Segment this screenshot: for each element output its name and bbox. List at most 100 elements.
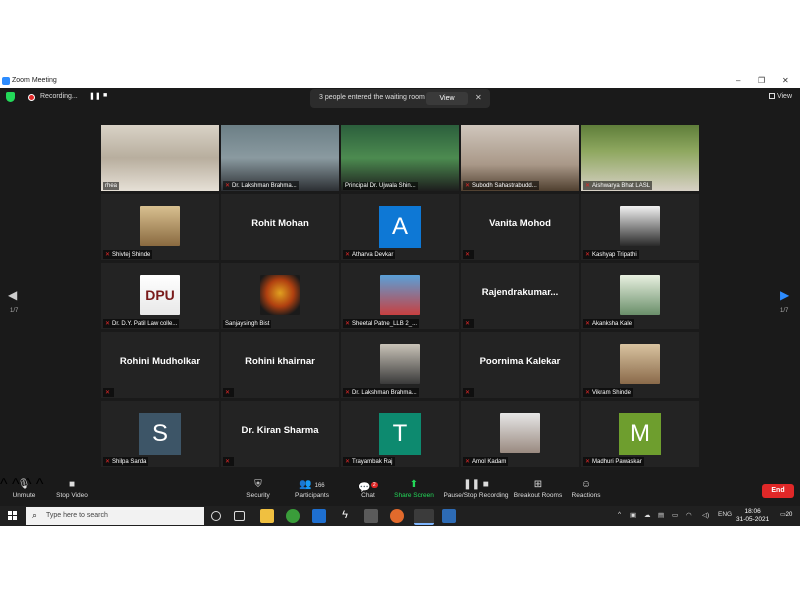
participant-tile[interactable]: Rohini Mudholkar ✕ [101, 332, 219, 398]
reactions-button[interactable]: ☺ Reactions [556, 478, 616, 499]
participant-tile[interactable]: Sanjaysingh Bist [221, 263, 339, 329]
participant-name: Aishwarya Bhat LASL [592, 183, 651, 189]
minimize-button[interactable]: – [736, 76, 740, 85]
participant-name-label: ✕ Sheetal Patne_LLB 2_... [343, 319, 420, 328]
participant-name: Madhuri Pawaskar [592, 459, 642, 465]
tray-overflow-icon[interactable]: ^ [618, 511, 621, 518]
cortana-icon[interactable] [211, 511, 221, 521]
participant-tile[interactable]: Principal Dr. Ujwala Shin... [341, 125, 459, 191]
participant-display-name: Poornima Kalekar [479, 356, 561, 367]
tray-battery-icon[interactable]: ▭ [672, 511, 678, 519]
next-page-icon[interactable]: ▶ [780, 288, 789, 302]
window-title: Zoom Meeting [12, 77, 57, 84]
participant-name: Subodh Sahastrabudd... [472, 183, 537, 189]
winamp-icon[interactable]: ϟ [338, 509, 352, 523]
participant-tile[interactable]: Rohit Mohan [221, 194, 339, 260]
participant-name: Akanksha Kale [592, 321, 633, 327]
participant-tile[interactable]: rhea [101, 125, 219, 191]
stop-recording-button[interactable]: ■ [103, 92, 107, 99]
participant-name-label: ✕ Akanksha Kale [583, 319, 635, 328]
participant-tile[interactable]: ✕ Sheetal Patne_LLB 2_... [341, 263, 459, 329]
store-icon[interactable] [364, 509, 378, 523]
participant-tile[interactable]: ✕ Dr. Lakshman Brahma... [221, 125, 339, 191]
stop-video-button[interactable]: ■ Stop Video [42, 478, 102, 499]
participant-tile[interactable]: M ✕ Madhuri Pawaskar [581, 401, 699, 467]
tray-network-icon[interactable]: ▤ [658, 511, 664, 519]
clock-date: 31-05-2021 [736, 516, 770, 523]
language-indicator[interactable]: ENG [718, 511, 732, 518]
end-meeting-button[interactable]: End [762, 484, 794, 498]
mail-icon[interactable] [312, 509, 326, 523]
muted-mic-icon: ✕ [465, 183, 471, 189]
participant-tile[interactable]: A ✕ Atharva Devkar [341, 194, 459, 260]
muted-mic-icon: ✕ [225, 390, 231, 396]
participant-tile[interactable]: ✕ Aishwarya Bhat LASL [581, 125, 699, 191]
participants-button[interactable]: 👥 166 Participants [282, 478, 342, 499]
close-banner-icon[interactable]: ✕ [475, 93, 482, 102]
security-button[interactable]: ⛨ Security [228, 478, 288, 499]
participant-name-label: ✕ Aishwarya Bhat LASL [583, 181, 653, 190]
profile-photo-text: DPU [145, 287, 175, 303]
task-view-icon[interactable] [234, 511, 245, 521]
taskbar-clock[interactable]: 18:06 31-05-2021 [736, 508, 769, 524]
participant-profile-photo [140, 206, 180, 246]
participant-name-label: ✕ Amol Kadam [463, 457, 509, 466]
participant-tile[interactable]: Rajendrakumar... ✕ [461, 263, 579, 329]
tray-app-icon[interactable]: ▣ [630, 511, 636, 519]
tray-onedrive-icon[interactable]: ☁ [644, 511, 651, 519]
pause-recording-button[interactable]: ❚❚ [89, 92, 101, 100]
participant-name-label: Sanjaysingh Bist [223, 320, 272, 328]
participant-tile[interactable]: ✕ Kashyap Tripathi [581, 194, 699, 260]
chrome-icon[interactable] [286, 509, 300, 523]
participant-tile[interactable]: T ✕ Trayambak Raj [341, 401, 459, 467]
participant-tile[interactable]: Rohini khairnar ✕ [221, 332, 339, 398]
participant-tile[interactable]: Vanita Mohod ✕ [461, 194, 579, 260]
encryption-shield-icon[interactable] [6, 92, 15, 102]
file-explorer-icon[interactable] [260, 509, 274, 523]
view-toggle[interactable]: View [768, 93, 792, 100]
participant-profile-photo [620, 275, 660, 315]
participants-count: 166 [314, 483, 325, 489]
participant-tile[interactable]: Poornima Kalekar ✕ [461, 332, 579, 398]
participant-tile[interactable]: Dr. Kiran Sharma ✕ [221, 401, 339, 467]
close-window-button[interactable]: ✕ [782, 76, 789, 85]
muted-mic-icon: ✕ [345, 321, 351, 327]
participant-name-label: ✕ [223, 388, 235, 397]
participant-name-label: ✕ Shivtej Shinde [103, 250, 153, 259]
participant-tile[interactable]: ✕ Subodh Sahastrabudd... [461, 125, 579, 191]
participant-name-label: ✕ Kashyap Tripathi [583, 250, 639, 259]
participant-tile[interactable]: ✕ Shivtej Shinde [101, 194, 219, 260]
participant-tile[interactable]: ✕ Vikram Shinde [581, 332, 699, 398]
firefox-icon[interactable] [390, 509, 404, 523]
muted-mic-icon: ✕ [465, 321, 471, 327]
taskbar-search-box[interactable]: ⌕ Type here to search [26, 507, 204, 525]
participant-name-label: ✕ [463, 388, 475, 397]
participant-tile[interactable]: ✕ Dr. Lakshman Brahma... [341, 332, 459, 398]
photos-icon[interactable] [442, 509, 456, 523]
notification-center-icon[interactable]: ▭20 [780, 511, 792, 518]
participant-name: Dr. D.Y. Patil Law colle... [112, 321, 178, 327]
muted-mic-icon: ✕ [105, 252, 111, 258]
pause-stop-recording-button[interactable]: ❚❚ ■ Pause/Stop Recording [442, 478, 510, 499]
participant-tile[interactable]: DPU ✕ Dr. D.Y. Patil Law colle... [101, 263, 219, 329]
tray-volume-icon[interactable]: ◁) [702, 511, 709, 519]
zoom-taskbar-icon[interactable] [414, 509, 434, 525]
tray-wifi-icon[interactable]: ◠ [686, 511, 692, 519]
muted-mic-icon: ✕ [105, 459, 111, 465]
windows-start-icon[interactable] [8, 511, 18, 521]
participant-tile[interactable]: S ✕ Shilpa Sarda [101, 401, 219, 467]
previous-page-icon[interactable]: ◀ [8, 288, 17, 302]
view-waiting-room-button[interactable]: View [426, 92, 468, 105]
participant-tile[interactable]: ✕ Akanksha Kale [581, 263, 699, 329]
share-screen-label: Share Screen [394, 492, 434, 499]
participant-name-label: ✕ Dr. Lakshman Brahma... [343, 388, 419, 397]
maximize-button[interactable]: ❐ [758, 76, 765, 85]
share-screen-button[interactable]: ⬆ Share Screen [384, 478, 444, 499]
participant-initial-avatar: M [619, 413, 661, 455]
participant-name: Sheetal Patne_LLB 2_... [352, 321, 418, 327]
participants-icon: 👥 166 [299, 479, 325, 490]
unmute-label: Unmute [12, 492, 36, 499]
participants-label: Participants [295, 492, 329, 499]
video-camera-icon: ■ [68, 479, 76, 490]
participant-tile[interactable]: ✕ Amol Kadam [461, 401, 579, 467]
